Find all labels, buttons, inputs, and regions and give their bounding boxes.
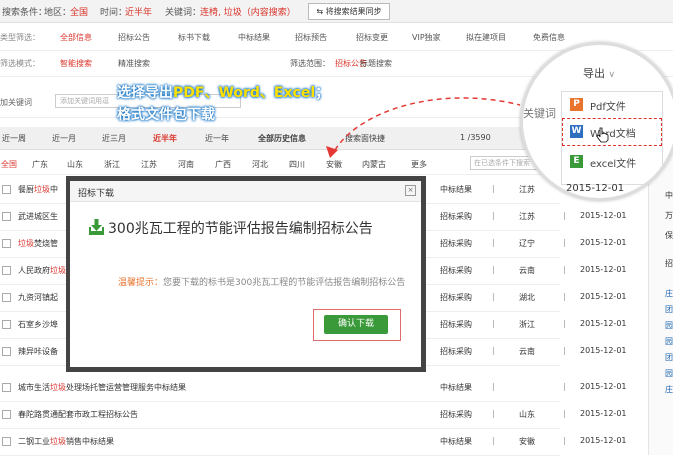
date-fragment: 2015-12-01 <box>566 183 625 194</box>
export-pdf[interactable]: P Pdf文件 <box>568 95 658 115</box>
export-excel[interactable]: E excel文件 <box>568 152 658 172</box>
close-icon[interactable]: × <box>405 185 416 196</box>
chevron-down-icon: ∨ <box>608 70 616 80</box>
download-hint: 温馨提示：您要下载的标书是300兆瓦工程的节能评估报告编制招标公告 <box>118 277 408 290</box>
hand-cursor-icon <box>596 127 609 143</box>
word-icon: W <box>570 125 583 138</box>
export-menu-magnifier: 导出 ∨ 关键词 P Pdf文件 W Word文档 E excel文件 2015… <box>520 42 673 201</box>
export-callout: 选择导出PDF、Word、Excel； 格式文件包下载 <box>117 82 329 126</box>
hint-label: 温馨提示： <box>118 278 164 288</box>
hint-text: 您要下载的标书是300兆瓦工程的节能评估报告编制招标公告 <box>163 278 406 288</box>
pdf-icon: P <box>570 98 583 111</box>
download-icon <box>89 219 104 235</box>
dialog-header: 招标下载 × <box>70 181 421 202</box>
callout-line-2: 格式文件包下载 <box>117 107 215 123</box>
callout-line-1: 选择导出PDF、Word、Excel； <box>117 85 330 101</box>
dialog-title: 招标下载 <box>78 189 115 199</box>
keyword-fragment: 关键词 <box>523 107 556 120</box>
confirm-highlight-frame: 确认下载 <box>313 309 401 341</box>
confirm-download-button[interactable]: 确认下载 <box>324 315 388 334</box>
export-dropdown: P Pdf文件 W Word文档 E excel文件 <box>561 91 663 185</box>
document-title: 300兆瓦工程的节能评估报告编制招标公告 <box>108 221 373 237</box>
arrow-to-export-menu <box>334 97 521 151</box>
download-dialog: 招标下载 × 300兆瓦工程的节能评估报告编制招标公告 温馨提示：您要下载的标书… <box>70 181 421 367</box>
export-word[interactable]: W Word文档 <box>568 122 658 142</box>
excel-icon: E <box>570 155 583 168</box>
export-excel-label: excel文件 <box>590 159 637 170</box>
export-pdf-label: Pdf文件 <box>590 102 626 113</box>
export-label: 导出 <box>583 67 605 80</box>
export-button[interactable]: 导出 ∨ <box>583 65 615 81</box>
